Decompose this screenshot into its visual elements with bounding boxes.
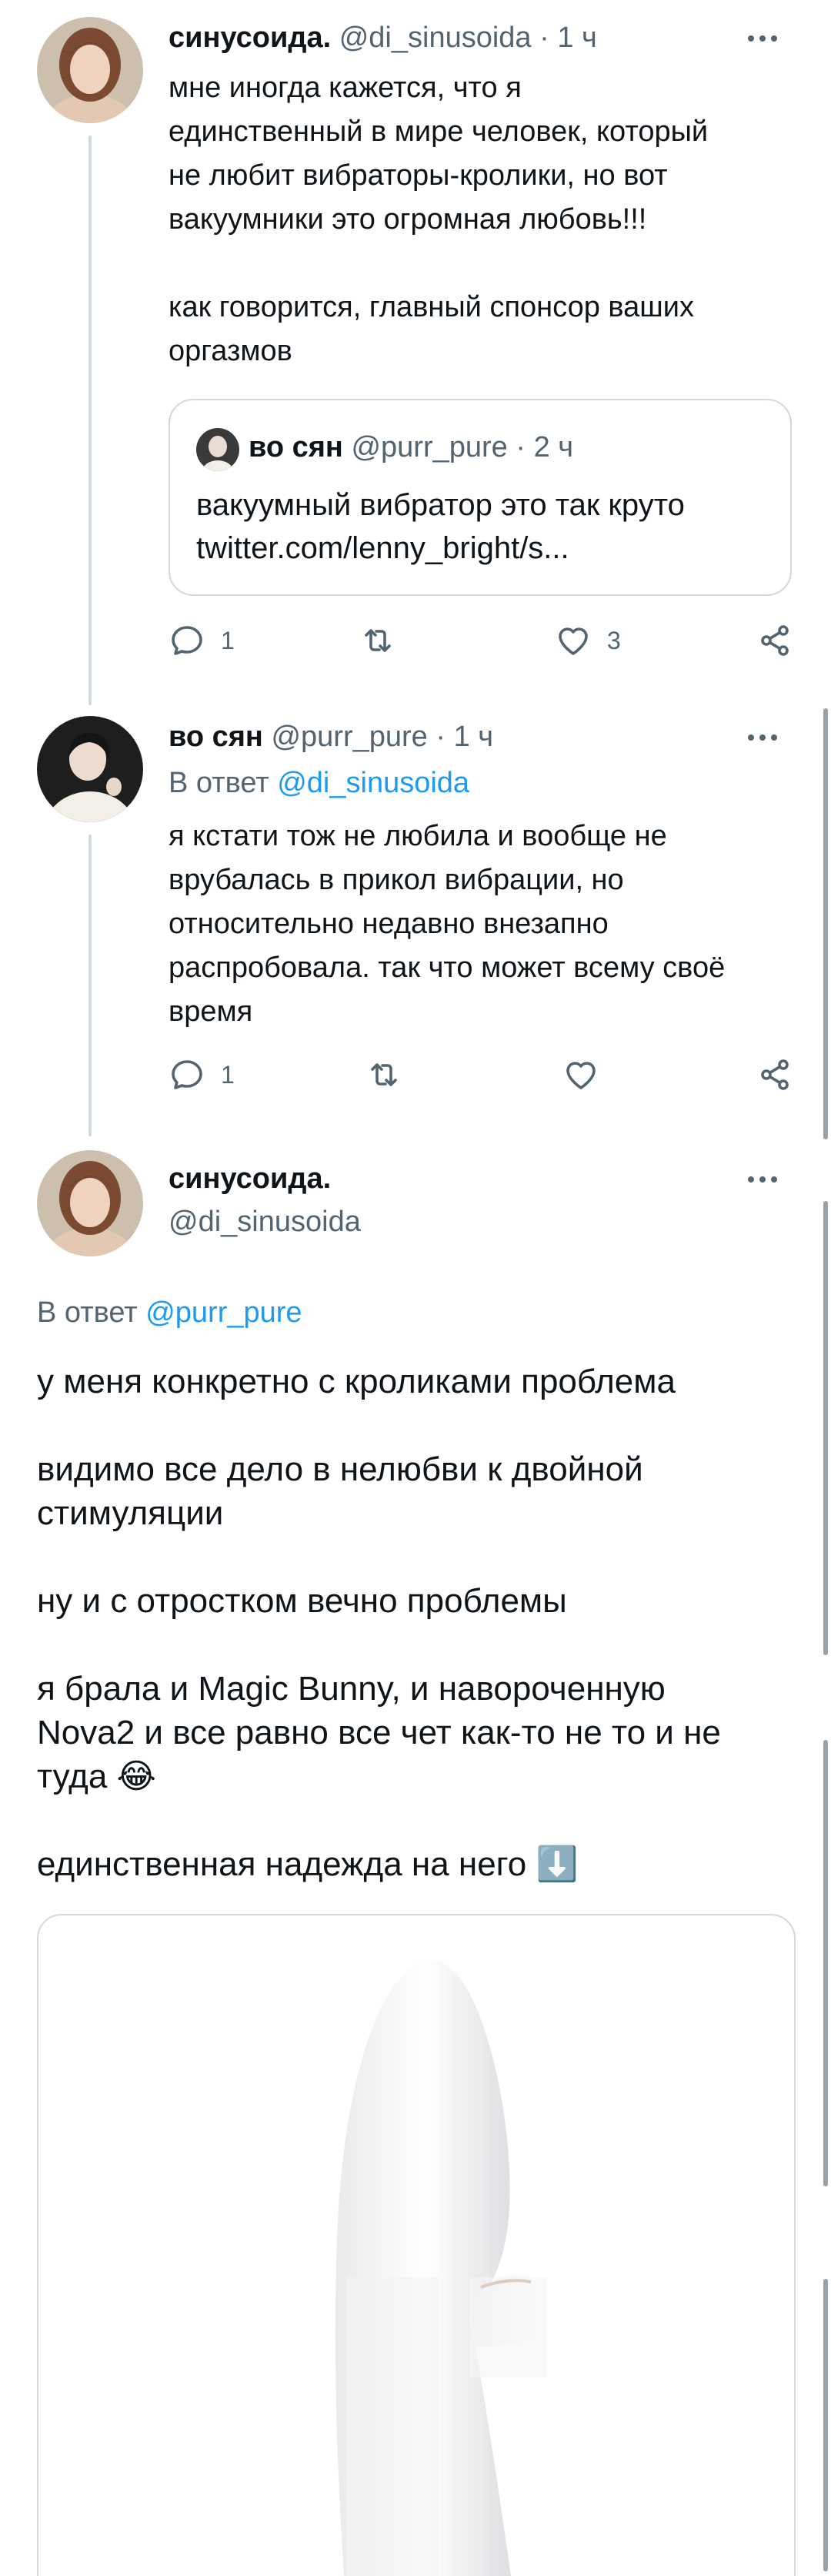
reply-button[interactable]: 1 <box>169 1056 235 1093</box>
share-icon <box>761 625 789 656</box>
scrollbar-segment[interactable] <box>823 1201 828 1655</box>
reply-count: 1 <box>221 1060 235 1089</box>
reply-mention[interactable]: @di_sinusoida <box>277 767 469 799</box>
tweet-text: у меня конкретно с кроликами проблема ви… <box>37 1363 721 1883</box>
scrollbar-segment[interactable] <box>823 708 828 1139</box>
reply-icon <box>172 1060 202 1089</box>
reply-mention[interactable]: @purr_pure <box>145 1296 302 1329</box>
more-icon[interactable] <box>748 31 777 46</box>
avatar-purr-pure[interactable] <box>37 716 143 822</box>
reply-prefix: В ответ <box>37 1296 138 1329</box>
more-icon[interactable] <box>748 1172 777 1187</box>
quote-header: во сян @purr_pure · 2 ч <box>249 430 573 465</box>
avatar-image <box>37 1150 143 1256</box>
reply-prefix: В ответ <box>169 767 269 799</box>
share-icon <box>761 1059 789 1090</box>
avatar-sinusoida[interactable] <box>37 17 143 123</box>
reply-icon <box>172 626 202 655</box>
reply-button[interactable]: 1 <box>169 622 235 659</box>
like-button[interactable]: 3 <box>555 622 621 659</box>
share-button[interactable] <box>756 1056 793 1093</box>
retweet-button[interactable] <box>359 622 412 659</box>
timestamp[interactable]: 1 ч <box>557 22 597 54</box>
separator: · <box>539 22 549 54</box>
avatar-image <box>37 716 143 822</box>
author-name[interactable]: синусоида. <box>169 1161 331 1196</box>
like-icon <box>559 627 588 655</box>
product-image <box>335 1960 546 2576</box>
tweet-media-image[interactable] <box>37 1914 796 2576</box>
author-handle[interactable]: @di_sinusoida <box>339 22 532 54</box>
avatar-sinusoida[interactable] <box>37 1150 143 1256</box>
separator: · <box>516 431 526 463</box>
thread-line <box>88 835 92 1136</box>
scrollbar-segment[interactable] <box>823 2279 828 2571</box>
thread-line <box>88 135 92 705</box>
reply-count: 1 <box>221 626 235 654</box>
author-name[interactable]: синусоида. <box>169 22 331 54</box>
tweet-text: мне иногда кажется, что я единственный в… <box>169 72 709 367</box>
retweet-icon <box>365 629 391 652</box>
quote-author-handle: @purr_pure <box>351 431 508 463</box>
timestamp[interactable]: 1 ч <box>454 721 494 753</box>
author-handle[interactable]: @di_sinusoida <box>169 1204 361 1239</box>
reply-context: В ответ @purr_pure <box>37 1295 302 1330</box>
like-count: 3 <box>607 626 621 654</box>
retweet-icon <box>371 1063 397 1086</box>
tweet-header: во сян @purr_pure · 1 ч <box>169 719 493 754</box>
quote-text: вакуумный вибратор это так круто twitter… <box>196 488 685 565</box>
author-name[interactable]: во сян <box>169 721 263 753</box>
tweet-header: синусоида. @di_sinusoida · 1 ч <box>169 20 597 55</box>
quote-author-name: во сян <box>249 431 343 463</box>
avatar-image <box>37 17 143 123</box>
like-button[interactable] <box>562 1056 615 1093</box>
quote-timestamp: 2 ч <box>533 431 574 463</box>
quoted-tweet[interactable]: во сян @purr_pure · 2 ч вакуумный вибрат… <box>169 399 792 596</box>
retweet-button[interactable] <box>365 1056 418 1093</box>
separator: · <box>436 721 446 753</box>
like-icon <box>566 1062 596 1089</box>
tweet-actions: 1 <box>169 1056 799 1102</box>
more-icon[interactable] <box>748 730 777 745</box>
scrollbar-segment[interactable] <box>823 1740 828 2186</box>
tweet-text: я кстати тож не любила и вообще не вруба… <box>169 820 726 1028</box>
tweet-actions: 1 3 <box>169 622 799 668</box>
quote-avatar <box>196 428 239 471</box>
reply-context: В ответ @di_sinusoida <box>169 765 469 801</box>
share-button[interactable] <box>756 622 793 659</box>
author-handle[interactable]: @purr_pure <box>271 721 427 753</box>
